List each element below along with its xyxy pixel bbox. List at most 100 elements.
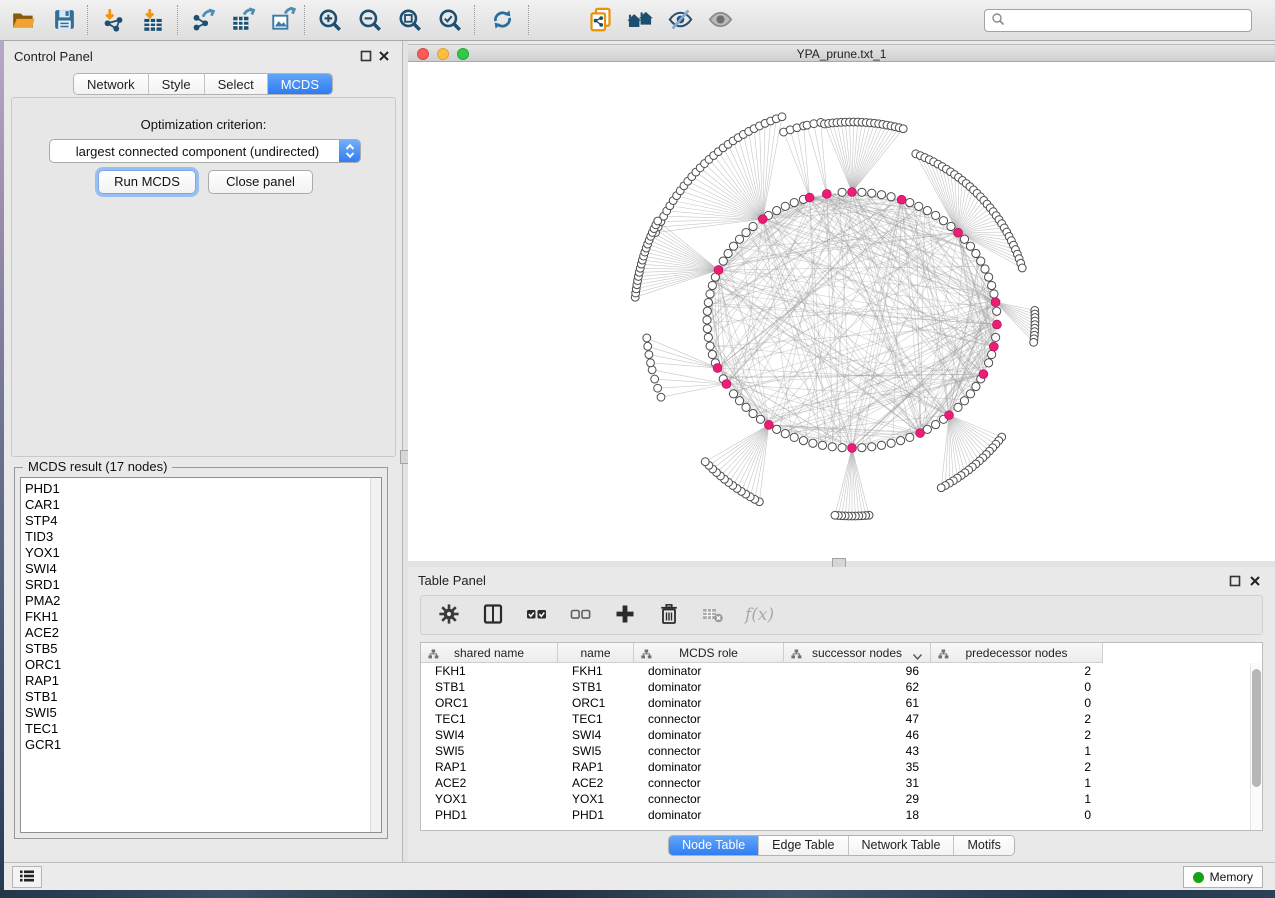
network-node[interactable] — [858, 188, 866, 196]
network-node[interactable] — [735, 235, 743, 243]
tab-network-table[interactable]: Network Table — [849, 836, 955, 856]
network-node[interactable] — [647, 359, 655, 367]
optimization-criterion-select[interactable]: largest connected component (undirected) — [49, 139, 361, 163]
network-node[interactable] — [703, 307, 711, 315]
tab-node-table[interactable]: Node Table — [669, 836, 759, 856]
column-header-predecessor-nodes[interactable]: predecessor nodes — [931, 643, 1103, 663]
refresh-button[interactable] — [482, 3, 522, 39]
network-node[interactable] — [742, 403, 750, 411]
network-node[interactable] — [648, 366, 656, 374]
dominator-node[interactable] — [713, 364, 722, 373]
mcds-result-item[interactable]: STB1 — [25, 689, 381, 705]
open-file-button[interactable] — [4, 3, 44, 39]
dominator-node[interactable] — [991, 298, 1000, 307]
network-node[interactable] — [773, 425, 781, 433]
network-node[interactable] — [868, 443, 876, 451]
column-header-MCDS-role[interactable]: MCDS role — [634, 643, 784, 663]
select-all-button[interactable] — [525, 603, 549, 627]
network-node[interactable] — [651, 375, 659, 383]
network-node[interactable] — [657, 393, 665, 401]
network-node[interactable] — [972, 249, 980, 257]
network-node[interactable] — [947, 222, 955, 230]
network-node[interactable] — [735, 397, 743, 405]
network-node[interactable] — [644, 342, 652, 350]
network-node[interactable] — [966, 242, 974, 250]
tab-edge-table[interactable]: Edge Table — [759, 836, 848, 856]
network-node[interactable] — [778, 113, 786, 121]
table-row[interactable]: YOX1YOX1connector291 — [421, 791, 1262, 807]
network-node[interactable] — [868, 189, 876, 197]
close-panel-icon[interactable] — [1249, 575, 1261, 587]
tab-select[interactable]: Select — [205, 74, 268, 94]
network-node[interactable] — [977, 257, 985, 265]
network-node[interactable] — [749, 222, 757, 230]
table-row[interactable]: ORC1ORC1dominator610 — [421, 695, 1262, 711]
result-scrollbar[interactable] — [370, 478, 381, 832]
dominator-node[interactable] — [848, 444, 857, 453]
network-window-titlebar[interactable]: YPA_prune.txt_1 — [408, 44, 1275, 62]
table-row[interactable]: FKH1FKH1dominator962 — [421, 663, 1262, 679]
import-table-button[interactable] — [133, 3, 173, 39]
network-node[interactable] — [887, 439, 895, 447]
mcds-result-item[interactable]: YOX1 — [25, 545, 381, 561]
dominator-node[interactable] — [945, 411, 954, 420]
network-node[interactable] — [703, 325, 711, 333]
dominator-node[interactable] — [758, 215, 767, 224]
task-history-button[interactable] — [12, 866, 42, 888]
tab-style[interactable]: Style — [149, 74, 205, 94]
deselect-all-button[interactable] — [569, 603, 593, 627]
network-node[interactable] — [729, 390, 737, 398]
column-header-shared-name[interactable]: shared name — [421, 643, 558, 663]
network-node[interactable] — [645, 351, 653, 359]
zoom-out-button[interactable] — [350, 3, 390, 39]
mcds-result-item[interactable]: TID3 — [25, 529, 381, 545]
dominator-node[interactable] — [897, 195, 906, 204]
network-node[interactable] — [887, 193, 895, 201]
network-node[interactable] — [781, 430, 789, 438]
column-header-name[interactable]: name — [558, 643, 634, 663]
dominator-node[interactable] — [714, 266, 723, 275]
network-node[interactable] — [809, 439, 817, 447]
network-node[interactable] — [937, 484, 945, 492]
mcds-result-item[interactable]: CAR1 — [25, 497, 381, 513]
dominator-node[interactable] — [722, 380, 731, 389]
network-node[interactable] — [906, 433, 914, 441]
network-node[interactable] — [992, 333, 1000, 341]
network-node[interactable] — [877, 191, 885, 199]
show-panel-eye-button[interactable] — [700, 3, 740, 39]
zoom-in-button[interactable] — [310, 3, 350, 39]
table-row[interactable]: TEC1TEC1connector472 — [421, 711, 1262, 727]
network-node[interactable] — [818, 441, 826, 449]
network-node[interactable] — [706, 290, 714, 298]
tab-mcds[interactable]: MCDS — [268, 74, 332, 94]
table-settings-button[interactable] — [437, 603, 461, 627]
network-node[interactable] — [896, 437, 904, 445]
network-node[interactable] — [981, 265, 989, 273]
search-input[interactable] — [1005, 11, 1251, 30]
table-scrollbar[interactable] — [1250, 663, 1262, 830]
network-node[interactable] — [701, 458, 709, 466]
network-node[interactable] — [966, 390, 974, 398]
network-node[interactable] — [706, 342, 714, 350]
network-node[interactable] — [993, 307, 1001, 315]
hide-panel-eye-slash-button[interactable] — [660, 3, 700, 39]
network-node[interactable] — [954, 403, 962, 411]
network-node[interactable] — [906, 198, 914, 206]
import-network-button[interactable] — [93, 3, 133, 39]
run-mcds-button[interactable]: Run MCDS — [98, 170, 196, 194]
network-node[interactable] — [923, 207, 931, 215]
mcds-result-item[interactable]: RAP1 — [25, 673, 381, 689]
memory-button[interactable]: Memory — [1183, 866, 1263, 888]
network-node[interactable] — [972, 382, 980, 390]
network-node[interactable] — [838, 444, 846, 452]
network-node[interactable] — [985, 273, 993, 281]
table-row[interactable]: PHD1PHD1dominator180 — [421, 807, 1262, 823]
network-node[interactable] — [724, 249, 732, 257]
network-node[interactable] — [915, 202, 923, 210]
network-node[interactable] — [773, 207, 781, 215]
mcds-result-item[interactable]: ORC1 — [25, 657, 381, 673]
mcds-result-item[interactable]: TEC1 — [25, 721, 381, 737]
export-network-button[interactable] — [183, 3, 223, 39]
network-node[interactable] — [988, 281, 996, 289]
clone-network-button[interactable] — [580, 3, 620, 39]
